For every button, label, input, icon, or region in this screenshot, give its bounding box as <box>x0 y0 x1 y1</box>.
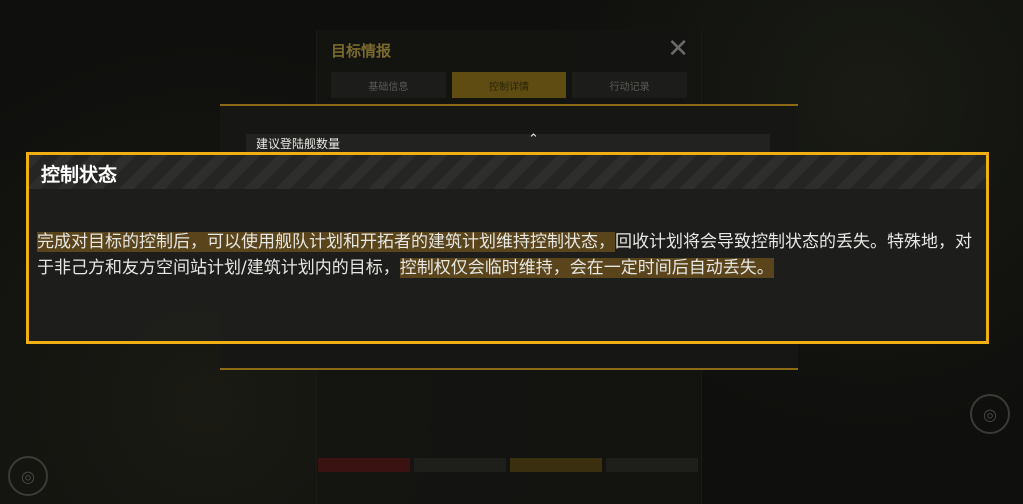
tooltip-header: 控制状态 <box>29 155 986 189</box>
close-icon[interactable]: ✕ <box>667 34 689 64</box>
game-screen: 目标情报 ✕ 基础信息 控制详情 行动记录 ◎ ◎ 建议登陆舰数量 ⌃ 控制状态… <box>0 0 1023 504</box>
landing-ship-row[interactable]: 建议登陆舰数量 ⌃ <box>246 132 770 152</box>
joystick-icon[interactable]: ◎ <box>8 456 48 496</box>
control-status-tooltip: 控制状态 完成对目标的控制后，可以使用舰队计划和开拓者的建筑计划维持控制状态，回… <box>26 152 989 344</box>
bottom-status-bar <box>318 458 698 472</box>
highlighted-text: 控制权仅会临时维持，会在一定时间后自动丢失。 <box>399 258 774 278</box>
tab-basic-info[interactable]: 基础信息 <box>331 72 446 98</box>
window-title: 目标情报 <box>331 42 392 60</box>
tab-action-log[interactable]: 行动记录 <box>572 72 688 98</box>
highlighted-text: 完成对目标的控制后，可以使用舰队计划和开拓者的建筑计划维持控制状态， <box>37 232 615 252</box>
status-segment <box>510 458 602 472</box>
tooltip-body: 完成对目标的控制后，可以使用舰队计划和开拓者的建筑计划维持控制状态，回收计划将会… <box>37 229 982 281</box>
status-segment <box>318 458 410 472</box>
status-segment <box>414 458 506 472</box>
tooltip-title: 控制状态 <box>41 164 118 186</box>
tab-control-details[interactable]: 控制详情 <box>451 72 567 98</box>
status-segment <box>606 458 698 472</box>
action-button-icon[interactable]: ◎ <box>970 394 1010 434</box>
landing-ship-label: 建议登陆舰数量 <box>256 137 341 151</box>
tab-bar: 基础信息 控制详情 行动记录 <box>331 72 688 98</box>
chevron-up-icon[interactable]: ⌃ <box>528 132 539 147</box>
